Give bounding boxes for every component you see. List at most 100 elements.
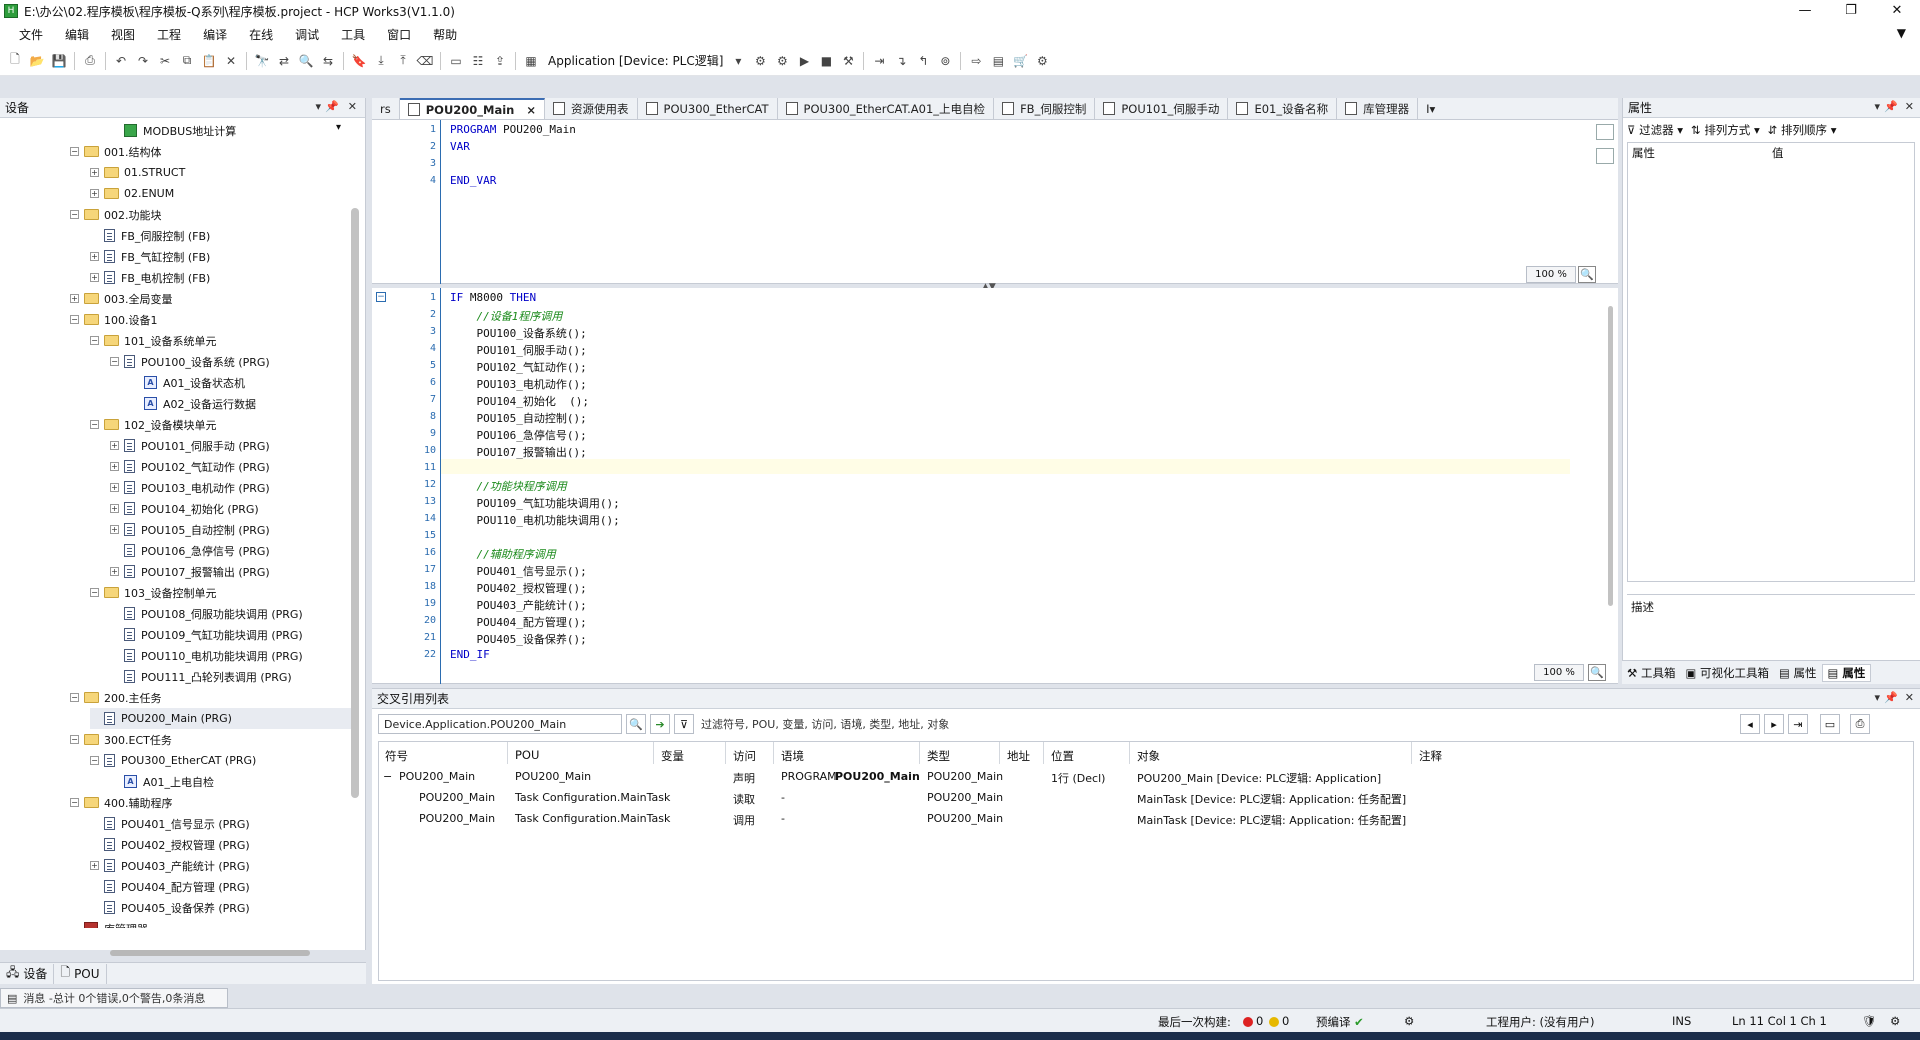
- tree-dropdown-icon[interactable]: ▾: [336, 122, 341, 133]
- tree-node[interactable]: POU111_凸轮列表调用 (PRG): [110, 666, 292, 687]
- print-icon[interactable]: ⎙: [81, 52, 99, 70]
- pin-icon[interactable]: 📌: [325, 100, 339, 113]
- collapse-icon[interactable]: −: [110, 357, 119, 366]
- tree-vertical-scrollbar[interactable]: [351, 208, 359, 798]
- xref-filter-input[interactable]: 过滤符号, POU, 变量, 访问, 语境, 类型, 地址, 对象: [696, 714, 1712, 734]
- editor-tab[interactable]: rs: [372, 98, 400, 119]
- undo-icon[interactable]: ↶: [112, 52, 130, 70]
- next-bookmark-icon[interactable]: ⤓: [372, 52, 390, 70]
- force-values-icon[interactable]: ▤: [989, 52, 1007, 70]
- expand-icon[interactable]: +: [90, 861, 99, 870]
- xref-path-input[interactable]: Device.Application.POU200_Main: [378, 714, 622, 734]
- dropdown-arrow-icon[interactable]: ▾: [729, 52, 747, 70]
- tree-node[interactable]: + FB_电机控制 (FB): [90, 267, 210, 288]
- menu-tools[interactable]: 工具: [330, 26, 376, 43]
- maximize-button[interactable]: ❐: [1828, 0, 1874, 22]
- tree-node[interactable]: + POU107_报警输出 (PRG): [110, 561, 270, 582]
- new-icon[interactable]: 🗋: [6, 52, 24, 70]
- tree-node[interactable]: POU110_电机功能块调用 (PRG): [110, 645, 303, 666]
- filter-icon[interactable]: ⊽: [674, 714, 694, 734]
- prev-bookmark-icon[interactable]: ⤒: [394, 52, 412, 70]
- xref-column-header[interactable]: 位置: [1051, 748, 1074, 764]
- login-icon[interactable]: ⚙: [751, 52, 769, 70]
- editor-tab[interactable]: POU200_Main ×: [399, 98, 546, 119]
- tree-node[interactable]: 库管理器: [70, 918, 148, 928]
- tab-devices[interactable]: 🖧 设备: [0, 963, 55, 984]
- tree-node[interactable]: + FB_气缸控制 (FB): [90, 246, 210, 267]
- save-icon[interactable]: 💾: [50, 52, 68, 70]
- collapse-icon[interactable]: −: [70, 147, 79, 156]
- delete-icon[interactable]: ✕: [222, 52, 240, 70]
- tree-node[interactable]: − 101_设备系统单元: [90, 330, 217, 351]
- panel-menu-icon[interactable]: ▾: [1874, 100, 1880, 113]
- sort-by-button[interactable]: ⇅ 排列方式 ▾: [1691, 122, 1760, 138]
- collapse-icon[interactable]: −: [376, 292, 386, 302]
- tab-properties-2[interactable]: ▤ 属性: [1821, 663, 1872, 682]
- close-panel-icon[interactable]: ✕: [1905, 100, 1914, 113]
- tab-overflow-button[interactable]: I▾: [1418, 98, 1444, 119]
- tree-node[interactable]: + POU101_伺服手动 (PRG): [110, 435, 270, 456]
- binoculars-icon[interactable]: 🔍: [297, 52, 315, 70]
- code-zoom-icon[interactable]: 🔍: [1588, 664, 1606, 681]
- next-icon[interactable]: ▸: [1764, 714, 1784, 734]
- pin-icon[interactable]: 📌: [1884, 100, 1898, 113]
- messages-bar[interactable]: ▤ 消息 -总计 0个错误,0个警告,0条消息: [0, 988, 228, 1008]
- minimize-button[interactable]: —: [1782, 0, 1828, 22]
- replace-icon[interactable]: ⇆: [319, 52, 337, 70]
- collapse-icon[interactable]: −: [70, 693, 79, 702]
- xref-column-header[interactable]: 注释: [1419, 748, 1442, 764]
- filter-button[interactable]: ⊽ 过滤器 ▾: [1627, 122, 1683, 138]
- tree-node[interactable]: − 001.结构体: [70, 141, 162, 162]
- tree-node[interactable]: POU404_配方管理 (PRG): [90, 876, 250, 897]
- find-icon[interactable]: 🔭: [253, 52, 271, 70]
- expand-icon[interactable]: +: [110, 441, 119, 450]
- tree-node[interactable]: FB_伺服控制 (FB): [90, 225, 210, 246]
- xref-column-header[interactable]: 对象: [1137, 748, 1160, 764]
- paste-icon[interactable]: 📋: [200, 52, 218, 70]
- expand-icon[interactable]: +: [90, 273, 99, 282]
- copy-icon[interactable]: ⧉: [178, 52, 196, 70]
- expand-icon[interactable]: +: [70, 294, 79, 303]
- collapse-icon[interactable]: −: [90, 756, 99, 765]
- bookmark-icon[interactable]: 🔖: [350, 52, 368, 70]
- close-tab-icon[interactable]: ×: [526, 103, 536, 117]
- declaration-editor[interactable]: 1 PROGRAM POU200_Main 2 VAR 3 4 END_VAR 100 % …: [372, 120, 1618, 284]
- search-icon[interactable]: 🔍: [626, 714, 646, 734]
- expand-icon[interactable]: +: [110, 504, 119, 513]
- stop-icon[interactable]: ■: [817, 52, 835, 70]
- collapse-icon[interactable]: −: [70, 210, 79, 219]
- decl-zoom-icon[interactable]: 🔍: [1578, 266, 1596, 283]
- tree-node[interactable]: POU401_信号显示 (PRG): [90, 813, 250, 834]
- menu-online[interactable]: 在线: [238, 26, 284, 43]
- tree-node[interactable]: − 200.主任务: [70, 687, 162, 708]
- expand-icon[interactable]: +: [90, 189, 99, 198]
- tree-node[interactable]: + POU403_产能统计 (PRG): [90, 855, 250, 876]
- security-icon[interactable]: 🛡: [1862, 1014, 1877, 1028]
- tree-node[interactable]: POU200_Main (PRG): [90, 708, 352, 729]
- settings-icon[interactable]: ⚙: [1890, 1014, 1900, 1028]
- tree-node[interactable]: − POU300_EtherCAT (PRG): [90, 750, 256, 771]
- find-replace-icon[interactable]: ⇄: [275, 52, 293, 70]
- prev-icon[interactable]: ◂: [1740, 714, 1760, 734]
- expand-icon[interactable]: +: [90, 168, 99, 177]
- customize-icon[interactable]: ▼: [1897, 26, 1906, 40]
- tab-toolbox[interactable]: ⚒ 工具箱: [1622, 665, 1680, 681]
- write-values-icon[interactable]: ⇨: [967, 52, 985, 70]
- step-out-icon[interactable]: ↰: [914, 52, 932, 70]
- tab-properties-1[interactable]: ▤ 属性: [1774, 665, 1822, 681]
- editor-tab[interactable]: FB_伺服控制: [994, 98, 1096, 119]
- xref-column-header[interactable]: 访问: [733, 748, 756, 764]
- collapse-icon[interactable]: −: [383, 770, 392, 783]
- code-vertical-scrollbar[interactable]: [1608, 306, 1613, 606]
- menu-project[interactable]: 工程: [146, 26, 192, 43]
- breakpoint-icon[interactable]: ⊚: [936, 52, 954, 70]
- editor-tab[interactable]: 资源使用表: [545, 98, 638, 119]
- decl-zoom-level[interactable]: 100 %: [1526, 266, 1576, 283]
- tree-node[interactable]: +003.全局变量: [70, 288, 173, 309]
- window-icon[interactable]: ▭: [447, 52, 465, 70]
- editor-tab[interactable]: E01_设备名称: [1228, 98, 1338, 119]
- collapse-icon[interactable]: −: [90, 420, 99, 429]
- editor-tab[interactable]: 库管理器: [1337, 98, 1419, 119]
- menu-help[interactable]: 帮助: [422, 26, 468, 43]
- tree-horizontal-scrollbar[interactable]: [110, 950, 310, 956]
